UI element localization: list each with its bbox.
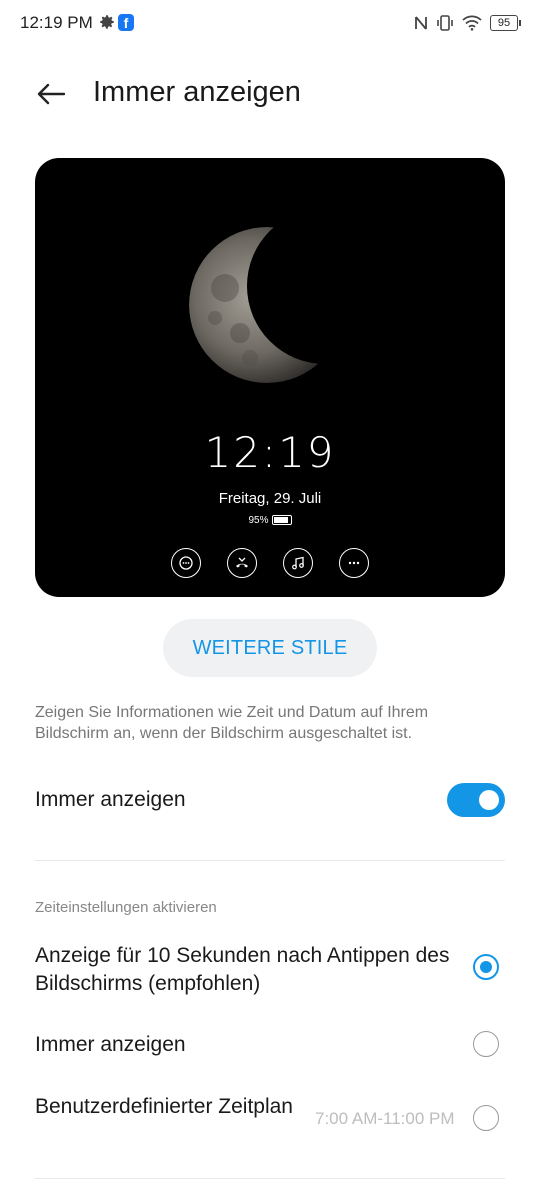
nfc-icon [415,16,427,30]
app-header: Immer anzeigen [0,68,540,118]
aod-time: 12:19 [204,428,336,477]
description-text: Zeigen Sie Informationen wie Zeit und Da… [35,704,429,742]
option-10-seconds-label[interactable]: Anzeige für 10 Sekunden nach Antippen de… [35,942,455,998]
status-icons: 95 [414,13,521,33]
gear-icon [100,15,114,29]
battery-icon [271,515,292,526]
aod-preview[interactable]: 12:19 Freitag, 29. Juli 95% [35,158,505,597]
message-icon [171,548,201,578]
aod-battery: 95% [35,515,505,526]
option-10-seconds-radio[interactable] [473,954,499,980]
moon-image [189,227,345,383]
status-bar: 12:19 PM f 95 [0,0,540,48]
music-icon [283,548,313,578]
more-styles-button[interactable]: WEITERE STILE [163,619,377,677]
always-show-toggle[interactable] [447,783,505,817]
option-always-label[interactable]: Immer anzeigen [35,1031,455,1059]
aod-date: Freitag, 29. Juli [218,490,322,507]
toggle-knob [479,790,499,810]
wifi-icon [462,15,482,31]
vibrate-icon [437,15,453,31]
divider [35,860,505,861]
missed-call-icon [227,548,257,578]
aod-battery-text: 95% [248,515,269,526]
more-icon [339,548,369,578]
section-header: Zeiteinstellungen aktivieren [35,899,217,916]
option-always-radio[interactable] [473,1031,499,1057]
battery-icon: 95 [490,15,521,31]
page-title: Immer anzeigen [93,76,301,108]
option-custom-schedule-label[interactable]: Benutzerdefinierter Zeitplan [35,1093,295,1121]
schedule-time-range[interactable]: 7:00 AM-11:00 PM [315,1109,455,1129]
always-show-toggle-label: Immer anzeigen [35,788,186,811]
facebook-icon: f [118,14,134,31]
back-arrow-icon[interactable] [34,76,70,112]
divider [35,1178,505,1179]
option-custom-schedule-radio[interactable] [473,1105,499,1131]
status-time: 12:19 PM [20,13,93,32]
aod-shortcuts [35,548,505,578]
